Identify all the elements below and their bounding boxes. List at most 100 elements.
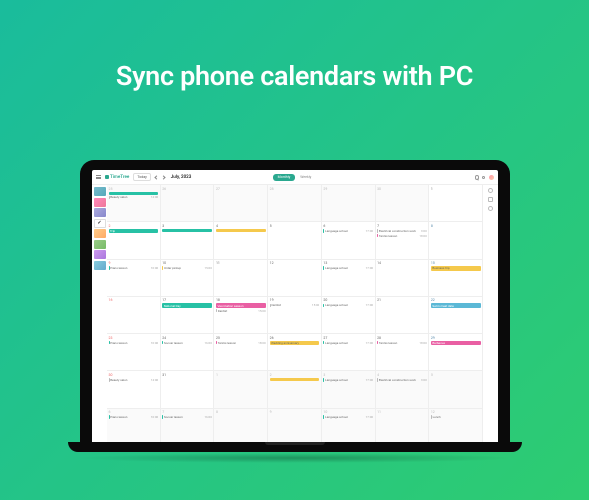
- day-cell[interactable]: 21: [376, 297, 430, 333]
- event-item[interactable]: Order pickup15:00: [162, 266, 212, 270]
- menu-icon[interactable]: [96, 175, 101, 180]
- day-cell[interactable]: 2: [268, 371, 322, 407]
- day-cell[interactable]: 22Swim meet date: [429, 297, 482, 333]
- calendar-thumb[interactable]: [94, 187, 106, 196]
- day-cell[interactable]: 25Tennis lesson18:00: [214, 334, 268, 370]
- day-cell[interactable]: 13Language school17:00: [322, 260, 376, 296]
- day-cell[interactable]: 25Beauty salon14:00: [107, 185, 161, 221]
- day-cell[interactable]: 1: [429, 185, 482, 221]
- event-item[interactable]: Tennis lesson18:00: [216, 341, 266, 345]
- day-cell[interactable]: 12Lunch: [429, 409, 482, 445]
- event-chip[interactable]: Vaccination season: [216, 303, 266, 308]
- event-item[interactable]: Tennis lesson18:00: [377, 341, 427, 345]
- calendar-thumb[interactable]: [94, 208, 106, 217]
- day-cell[interactable]: 3Language school17:00: [322, 371, 376, 407]
- event-item[interactable]: Language school17:00: [323, 341, 373, 345]
- day-cell[interactable]: 11: [376, 409, 430, 445]
- event-item[interactable]: Piano lesson10:00: [109, 341, 159, 345]
- chat-icon[interactable]: [488, 188, 493, 193]
- event-chip[interactable]: Business trip: [431, 266, 481, 271]
- calendar-thumb-active[interactable]: [94, 219, 106, 228]
- day-cell[interactable]: 9Piano lesson10:00: [107, 260, 161, 296]
- calendar-thumb[interactable]: [94, 229, 106, 238]
- event-chip[interactable]: Wedding anniversary: [270, 341, 320, 346]
- day-cell[interactable]: 5: [429, 371, 482, 407]
- event-item[interactable]: Soccer lesson16:00: [162, 341, 212, 345]
- event-chip[interactable]: [109, 192, 159, 195]
- settings-icon[interactable]: [482, 175, 486, 179]
- calendar-thumb[interactable]: [94, 198, 106, 207]
- search-icon[interactable]: [475, 175, 479, 179]
- event-chip[interactable]: Swim meet date: [431, 303, 481, 308]
- day-cell[interactable]: 2Trip: [107, 222, 161, 258]
- day-cell[interactable]: 27Language school17:00: [322, 334, 376, 370]
- event-chip[interactable]: Barbecue: [431, 341, 481, 346]
- day-cell[interactable]: 14: [376, 260, 430, 296]
- event-chip[interactable]: [162, 229, 212, 232]
- event-item[interactable]: Electrical construction work9:00: [377, 229, 427, 233]
- day-cell[interactable]: 16: [107, 297, 161, 333]
- day-cell[interactable]: 12: [268, 260, 322, 296]
- calendar-thumb[interactable]: [94, 250, 106, 259]
- day-cell[interactable]: 29: [322, 185, 376, 221]
- event-item[interactable]: Beauty salon14:00: [109, 195, 159, 199]
- day-cell[interactable]: 5: [268, 222, 322, 258]
- memo-icon[interactable]: [488, 197, 493, 202]
- day-cell[interactable]: 26: [161, 185, 215, 221]
- event-chip[interactable]: [270, 378, 320, 381]
- event-chip[interactable]: [216, 229, 266, 232]
- day-cell[interactable]: 1: [214, 371, 268, 407]
- avatar[interactable]: [489, 175, 494, 180]
- event-item[interactable]: Language school17:00: [323, 415, 373, 419]
- day-cell[interactable]: 10Order pickup15:00: [161, 260, 215, 296]
- event-item[interactable]: Soccer lesson16:00: [162, 415, 212, 419]
- day-cell[interactable]: 28: [268, 185, 322, 221]
- day-cell[interactable]: 6Language school17:00: [322, 222, 376, 258]
- day-cell[interactable]: 24Soccer lesson16:00: [161, 334, 215, 370]
- event-chip[interactable]: Trip: [109, 229, 159, 234]
- event-item[interactable]: Language school17:00: [323, 229, 373, 233]
- day-cell[interactable]: 26Wedding anniversary: [268, 334, 322, 370]
- event-item[interactable]: Lunch: [431, 415, 481, 419]
- prev-month-icon[interactable]: [154, 175, 158, 179]
- day-cell[interactable]: 19Dentist15:00: [268, 297, 322, 333]
- event-item[interactable]: Language school17:00: [323, 266, 373, 270]
- day-cell[interactable]: 29Barbecue: [429, 334, 482, 370]
- day-cell[interactable]: 7Soccer lesson16:00: [161, 409, 215, 445]
- event-item[interactable]: Tennis lesson18:00: [377, 234, 427, 238]
- event-chip[interactable]: National Day: [162, 303, 212, 308]
- day-cell[interactable]: 11: [214, 260, 268, 296]
- day-cell[interactable]: 28Tennis lesson18:00: [376, 334, 430, 370]
- event-item[interactable]: Piano lesson10:00: [109, 266, 159, 270]
- day-cell[interactable]: 27: [214, 185, 268, 221]
- next-month-icon[interactable]: [161, 175, 165, 179]
- event-item[interactable]: Dentist15:00: [216, 309, 266, 313]
- today-button[interactable]: Today: [133, 173, 150, 181]
- day-cell[interactable]: 7Electrical construction work9:00Tennis …: [376, 222, 430, 258]
- day-cell[interactable]: 10Language school17:00: [322, 409, 376, 445]
- day-cell[interactable]: 3: [161, 222, 215, 258]
- day-cell[interactable]: 4: [214, 222, 268, 258]
- day-cell[interactable]: 8: [429, 222, 482, 258]
- day-cell[interactable]: 9: [268, 409, 322, 445]
- day-cell[interactable]: 31: [161, 371, 215, 407]
- day-cell[interactable]: 23Piano lesson10:00: [107, 334, 161, 370]
- day-cell[interactable]: 4Electrical construction work9:00: [376, 371, 430, 407]
- calendar-thumb[interactable]: [94, 261, 106, 270]
- event-item[interactable]: Electrical construction work9:00: [377, 378, 427, 382]
- day-cell[interactable]: 18Vaccination seasonDentist15:00: [214, 297, 268, 333]
- day-cell[interactable]: 8: [214, 409, 268, 445]
- day-cell[interactable]: 17National Day: [161, 297, 215, 333]
- event-item[interactable]: Beauty salon14:00: [109, 378, 159, 382]
- day-cell[interactable]: 30: [376, 185, 430, 221]
- event-item[interactable]: Language school17:00: [323, 378, 373, 382]
- view-monthly-button[interactable]: Monthly: [273, 174, 296, 181]
- day-cell[interactable]: 6Piano lesson10:00: [107, 409, 161, 445]
- day-cell[interactable]: 20Language school17:00: [322, 297, 376, 333]
- view-weekly-button[interactable]: Weekly: [295, 174, 316, 181]
- event-item[interactable]: Language school17:00: [323, 303, 373, 307]
- event-item[interactable]: Piano lesson10:00: [109, 415, 159, 419]
- print-icon[interactable]: [488, 206, 493, 211]
- calendar-thumb[interactable]: [94, 240, 106, 249]
- event-item[interactable]: Dentist15:00: [270, 303, 320, 307]
